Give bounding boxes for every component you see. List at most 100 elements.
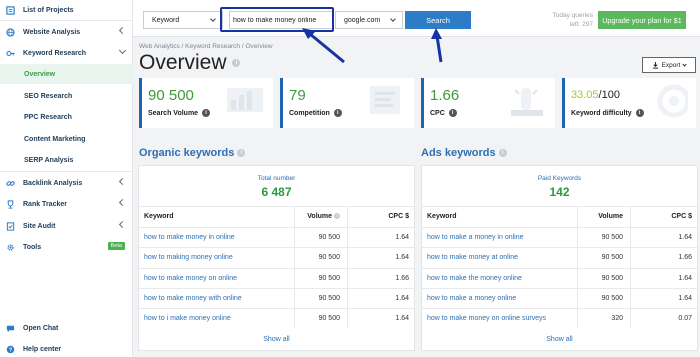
cpc-cell: 1.64 <box>395 234 409 241</box>
sidebar-item-open-chat[interactable]: Open Chat <box>0 318 133 338</box>
engine-select-value: google.com <box>344 16 381 24</box>
info-icon[interactable]: i <box>635 109 644 117</box>
sidebar-item-tools[interactable]: Tools Beta <box>0 237 133 257</box>
keyword-link[interactable]: how to make money at online <box>427 254 518 261</box>
table-row: how to make money on online surveys 320 0.… <box>422 308 697 328</box>
page-title-text: Overview <box>139 51 227 74</box>
cpc-cell: 1.64 <box>395 315 409 323</box>
cpc-cell: 1.66 <box>678 254 692 262</box>
info-icon[interactable]: i <box>201 109 210 117</box>
total-value: 6 487 <box>261 185 292 199</box>
sidebar-item-label: Help center <box>23 345 62 353</box>
upgrade-button[interactable]: Upgrade your plan for $1 <box>598 11 686 29</box>
page-title: Overview i <box>139 51 241 75</box>
mode-select[interactable]: Keyword <box>143 11 223 29</box>
sidebar-item-label: Backlink Analysis <box>23 179 83 187</box>
sidebar-subitem-ppc-research[interactable]: PPC Research <box>0 107 133 127</box>
metric-card-competition: 79 Competition i <box>280 78 414 128</box>
info-icon[interactable]: i <box>498 149 507 158</box>
sidebar-subitem-label: SEO Research <box>24 92 73 100</box>
keyword-link[interactable]: how to make money in online <box>144 234 235 241</box>
divider <box>0 20 133 21</box>
sidebar-subitem-serp-analysis[interactable]: SERP Analysis <box>0 150 133 170</box>
show-all-link[interactable]: Show all <box>139 336 414 343</box>
metric-value: 79 <box>289 87 306 104</box>
download-icon <box>652 61 658 69</box>
metric-value: 90 500 <box>148 87 194 104</box>
metric-label: Keyword difficulty i <box>571 109 644 117</box>
sidebar-subitem-label: Content Marketing <box>24 135 86 143</box>
volume-cell: 320 <box>611 315 623 323</box>
sidebar-subitem-seo-research[interactable]: SEO Research <box>0 86 133 106</box>
sidebar-subitem-label: SERP Analysis <box>24 156 74 164</box>
cpc-cell: 1.64 <box>395 254 409 262</box>
click-illustration-icon <box>511 88 543 116</box>
sidebar-item-backlink-analysis[interactable]: Backlink Analysis <box>0 173 133 193</box>
keyword-link[interactable]: how to make money on online surveys <box>427 315 546 322</box>
chevron-down-icon <box>390 16 396 22</box>
column-header: Volume <box>598 213 623 220</box>
organic-keywords-table: Keyword Volume i CPC $ how to make money… <box>139 206 414 329</box>
total-label: Paid Keywords <box>537 175 582 182</box>
table-row: how to make money with online 90 500 1.64 <box>139 287 414 308</box>
table-row: how to making money online 90 500 1.64 <box>139 247 414 267</box>
organic-keywords-panel: Total number 6 487 Keyword Volume i CPC … <box>138 165 415 351</box>
info-icon[interactable]: i <box>232 59 241 68</box>
trophy-icon <box>7 199 14 209</box>
link-icon <box>6 180 15 186</box>
sidebar-subitem-content-marketing[interactable]: Content Marketing <box>0 129 133 149</box>
chevron-left-icon <box>118 177 127 186</box>
table-row: how to make money in online 90 500 1.64 <box>139 227 414 247</box>
chevron-left-icon <box>118 198 127 207</box>
sidebar-item-list-of-projects[interactable]: List of Projects <box>0 0 133 20</box>
sidebar-item-label: Tools <box>23 243 42 251</box>
sidebar-item-website-analysis[interactable]: Website Analysis <box>0 22 133 42</box>
gauge-illustration-icon <box>657 84 688 118</box>
keyword-link[interactable]: how to making money online <box>144 254 233 261</box>
keyword-link[interactable]: how to make money with online <box>144 295 242 302</box>
chevron-left-icon <box>118 26 127 35</box>
sidebar-item-help-center[interactable]: ? Help center <box>0 339 133 357</box>
column-header: Keyword <box>427 213 457 220</box>
cpc-cell: 0.07 <box>678 315 692 323</box>
chevron-down-icon <box>118 46 127 55</box>
keyword-link[interactable]: how to make the money online <box>427 275 522 282</box>
sidebar-item-rank-tracker[interactable]: Rank Tracker <box>0 194 133 214</box>
chevron-left-icon <box>118 220 127 229</box>
column-header: CPC $ <box>388 213 409 220</box>
volume-cell: 90 500 <box>318 254 340 262</box>
sidebar-item-label: Rank Tracker <box>23 200 67 208</box>
sidebar-item-label: Open Chat <box>23 324 59 332</box>
show-all-link[interactable]: Show all <box>422 336 697 343</box>
keyword-link[interactable]: how to make a money online <box>427 295 516 302</box>
export-button[interactable]: Export <box>642 57 696 73</box>
column-header: CPC $ <box>671 213 692 220</box>
sidebar-item-label: Site Audit <box>23 222 56 230</box>
annotation-arrow-icon <box>431 28 443 63</box>
ads-keywords-table: Keyword Volume CPC $ how to make a money… <box>422 206 697 329</box>
info-icon[interactable]: i <box>237 149 246 158</box>
sidebar-subitem-overview[interactable]: Overview <box>0 64 133 84</box>
volume-cell: 90 500 <box>601 254 623 262</box>
metric-card-cpc: 1.66 CPC i <box>421 78 555 128</box>
cpc-cell: 1.64 <box>395 294 409 302</box>
volume-cell: 90 500 <box>601 294 623 302</box>
cpc-cell: 1.64 <box>678 294 692 302</box>
chart-illustration-icon <box>227 88 263 112</box>
info-icon[interactable]: i <box>333 109 342 117</box>
column-header-volume[interactable]: Volume i <box>307 213 340 220</box>
ads-keywords-panel: Paid Keywords 142 Keyword Volume CPC $ h… <box>421 165 698 351</box>
metric-label: Search Volume i <box>148 109 210 117</box>
queries-left: Today queries left: 297 <box>533 11 593 29</box>
keyword-link[interactable]: how to i make money online <box>144 315 231 322</box>
annotation-arrow-icon <box>302 28 345 64</box>
document-illustration-icon <box>370 86 400 114</box>
info-icon[interactable]: i <box>448 109 457 117</box>
chevron-down-icon <box>682 61 688 67</box>
sidebar-item-keyword-research[interactable]: Keyword Research <box>0 43 133 63</box>
quota-value: left: 297 <box>569 21 593 28</box>
keyword-link[interactable]: how to make a money in online <box>427 234 524 241</box>
keyword-link[interactable]: how to make money on online <box>144 275 237 282</box>
breadcrumb: Web Analytics / Keyword Research / Overv… <box>139 43 273 50</box>
sidebar-item-site-audit[interactable]: Site Audit <box>0 216 133 236</box>
